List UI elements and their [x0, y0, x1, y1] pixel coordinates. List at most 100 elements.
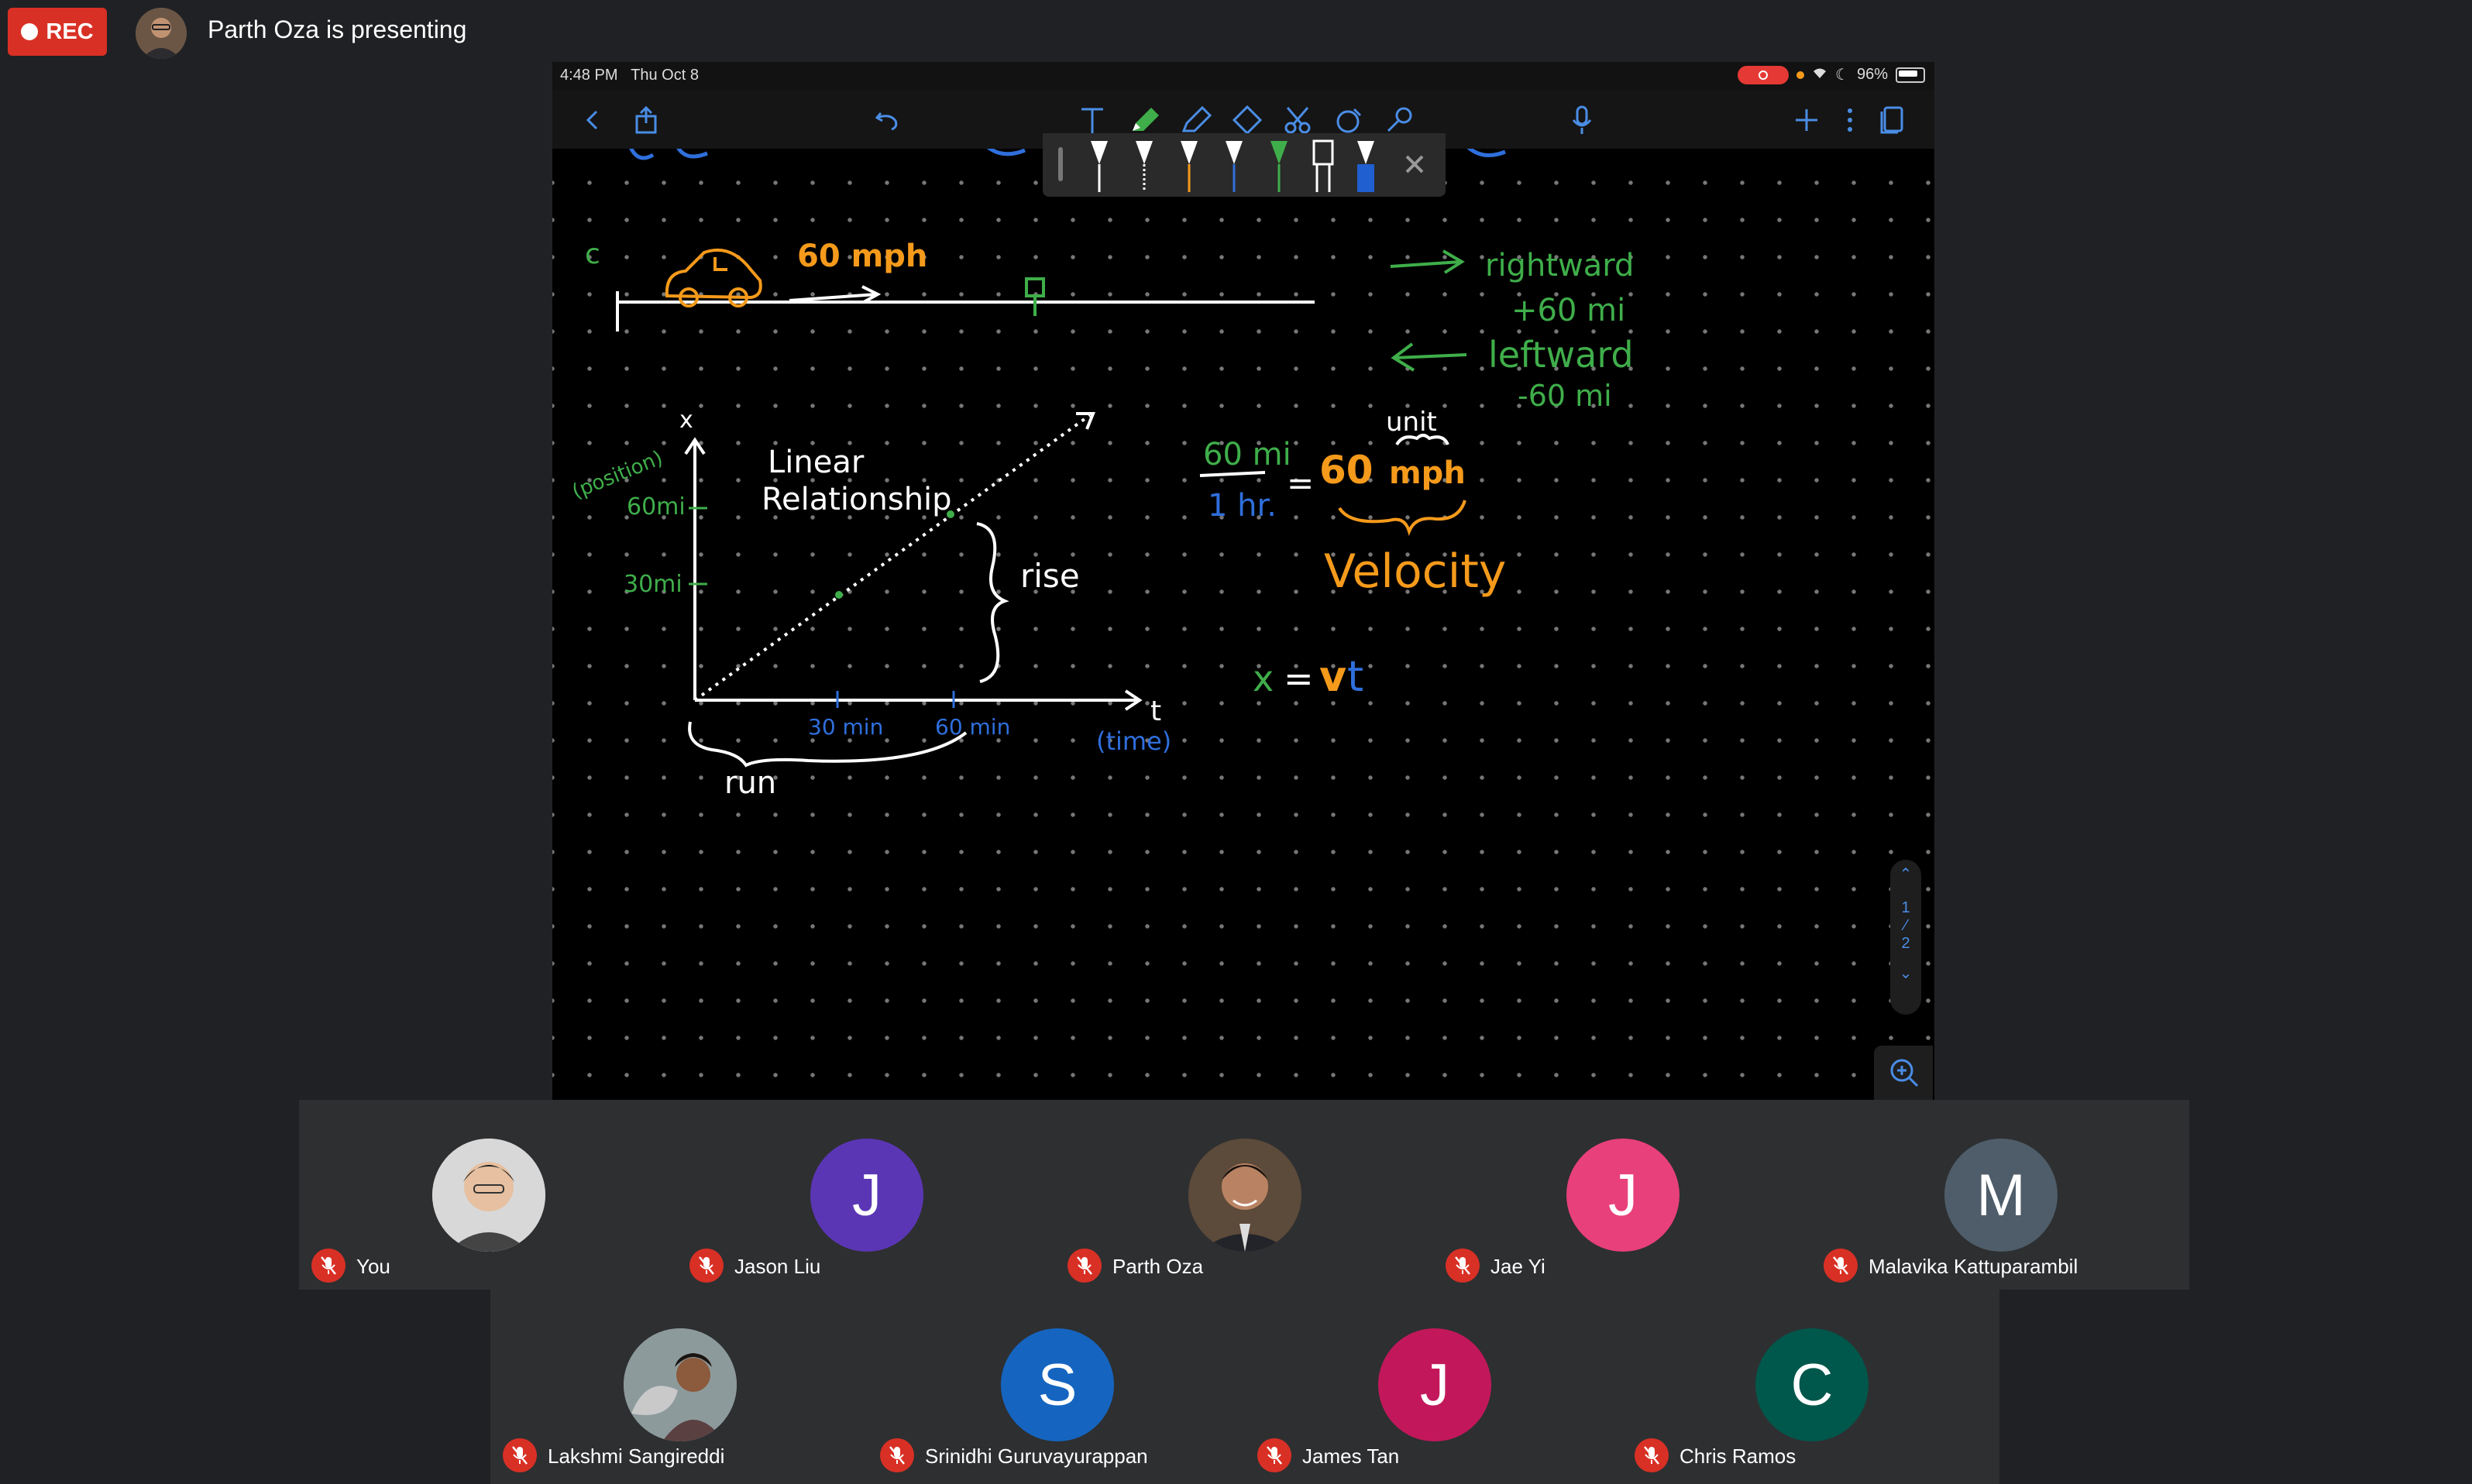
battery-percent: 96%	[1856, 66, 1888, 83]
avatar	[432, 1139, 545, 1252]
equation-t: t	[1347, 652, 1363, 701]
add-page-icon[interactable]	[1787, 101, 1826, 139]
battery-icon	[1896, 67, 1925, 83]
rise-label: rise	[1020, 557, 1080, 595]
participant-name: Jason Liu	[734, 1255, 821, 1278]
presenter-avatar	[136, 8, 187, 59]
muted-mic-icon	[503, 1438, 537, 1472]
fraction-numerator: 60 mi	[1203, 437, 1291, 472]
muted-mic-icon	[1068, 1249, 1102, 1283]
t-axis-letter: t	[1150, 696, 1161, 727]
participant-tile-you[interactable]: You	[299, 1100, 677, 1290]
participant-tile-chris-ramos[interactable]: C Chris Ramos	[1622, 1290, 2000, 1479]
participant-name: Lakshmi Sangireddi	[548, 1444, 725, 1468]
minus-60-label: -60 mi	[1518, 379, 1612, 413]
whiteboard-canvas[interactable]: c 60 mph rightward +60 mi leftward -60 m…	[552, 149, 1934, 1100]
screen-record-icon	[1738, 65, 1790, 84]
velocity-label: Velocity	[1324, 544, 1506, 599]
avatar: M	[1944, 1139, 2058, 1252]
moon-icon: ☾	[1835, 67, 1849, 84]
recording-badge: REC	[8, 8, 107, 56]
y-tick-30: 30mi	[624, 571, 682, 598]
participant-tile-jason-liu[interactable]: J Jason Liu	[677, 1100, 1055, 1290]
speed-label: 60 mph	[797, 239, 927, 274]
presenting-label: Parth Oza is presenting	[208, 15, 467, 43]
muted-mic-icon	[1824, 1249, 1858, 1283]
page-up-icon[interactable]: ⌃	[1890, 864, 1921, 884]
x-tick-60: 60 min	[935, 714, 1010, 740]
participant-name: Srinidhi Guruvayurappan	[925, 1444, 1148, 1468]
muted-mic-icon	[1635, 1438, 1669, 1472]
muted-mic-icon	[311, 1249, 346, 1283]
participant-tile-jae-yi[interactable]: J Jae Yi	[1433, 1100, 1811, 1290]
leftward-label: leftward	[1488, 334, 1634, 376]
equation-x: x	[1253, 658, 1274, 699]
unit-label: unit	[1386, 407, 1437, 438]
time-label: (time)	[1096, 727, 1171, 756]
zoom-icon	[1890, 1059, 1919, 1087]
participant-tile-james-tan[interactable]: J James Tan	[1245, 1290, 1623, 1479]
linear-label-1: Linear	[768, 445, 865, 480]
destination-flag	[1025, 277, 1045, 316]
participant-name: Parth Oza	[1112, 1255, 1204, 1278]
back-icon[interactable]	[574, 101, 613, 139]
record-dot-icon	[21, 23, 39, 40]
page-navigator[interactable]: ⌃ 1 ⁄ 2 ⌄	[1890, 860, 1921, 1015]
y-tick-60: 60mi	[627, 493, 686, 520]
wifi-icon	[1812, 66, 1827, 84]
whiteboard-drawing: c 60 mph rightward +60 mi leftward -60 m…	[569, 149, 1634, 801]
muted-mic-icon	[1446, 1249, 1480, 1283]
pen-options	[1091, 139, 1374, 192]
rightward-label: rightward	[1485, 248, 1634, 283]
participant-tile-parth-oza[interactable]: Parth Oza	[1055, 1100, 1433, 1290]
participant-name: Jae Yi	[1490, 1255, 1545, 1278]
plus-60-label: +60 mi	[1511, 293, 1625, 328]
participant-name: You	[356, 1255, 390, 1278]
share-icon[interactable]	[627, 101, 665, 139]
page-separator: ⁄	[1904, 917, 1907, 934]
participant-name: Malavika Kattuparambil	[1869, 1255, 2078, 1278]
avatar: J	[1566, 1139, 1680, 1252]
ipad-status-bar: 4:48 PM Thu Oct 8 ☾ 96%	[552, 62, 1934, 90]
more-options-icon[interactable]	[1831, 101, 1869, 139]
status-time: 4:48 PM Thu Oct 8	[560, 67, 699, 84]
microphone-icon[interactable]	[1563, 101, 1601, 139]
equals-sign: =	[1287, 464, 1314, 502]
participant-name: Chris Ramos	[1680, 1444, 1796, 1468]
participant-tile-malavika[interactable]: M Malavika Kattuparambil	[1811, 1100, 2189, 1290]
avatar	[1188, 1139, 1301, 1252]
run-label: run	[724, 765, 776, 801]
equation-equals: =	[1284, 658, 1314, 699]
start-mark: c	[585, 239, 600, 270]
avatar: C	[1755, 1328, 1869, 1441]
muted-mic-icon	[880, 1438, 914, 1472]
muted-mic-icon	[689, 1249, 724, 1283]
avatar: J	[810, 1139, 923, 1252]
page-down-icon[interactable]: ⌄	[1890, 964, 1921, 983]
zoom-button[interactable]	[1874, 1046, 1933, 1100]
meeting-top-bar: REC Parth Oza is presenting	[0, 0, 2472, 70]
orange-dot-icon	[1796, 70, 1805, 79]
x-tick-30: 30 min	[808, 714, 883, 740]
participant-name: James Tan	[1302, 1444, 1400, 1468]
muted-mic-icon	[1257, 1438, 1291, 1472]
shared-screen: 4:48 PM Thu Oct 8 ☾ 96% c 60 mph rightwa…	[552, 62, 1934, 1100]
participant-tile-lakshmi[interactable]: Lakshmi Sangireddi	[490, 1290, 868, 1479]
pen-tray	[1043, 133, 1446, 197]
result-number: 60	[1319, 448, 1374, 493]
page-view-icon[interactable]	[1872, 101, 1911, 139]
avatar	[624, 1328, 737, 1441]
avatar: S	[1001, 1328, 1114, 1441]
avatar: J	[1378, 1328, 1491, 1441]
current-page: 1	[1901, 899, 1910, 916]
undo-icon[interactable]	[868, 101, 907, 139]
equation-v: v	[1319, 652, 1346, 701]
result-unit: mph	[1389, 455, 1466, 491]
car-drawing	[665, 248, 762, 307]
linear-label-2: Relationship	[762, 482, 952, 517]
total-pages: 2	[1901, 935, 1910, 952]
participants-row-2: Lakshmi Sangireddi S Srinidhi Guruvayura…	[490, 1290, 1999, 1484]
fraction-denominator: 1 hr.	[1208, 488, 1277, 524]
participants-row-1: You J Jason Liu Parth Oza J Jae Yi M Mal…	[299, 1100, 2189, 1290]
participant-tile-srinidhi[interactable]: S Srinidhi Guruvayurappan	[868, 1290, 1246, 1479]
